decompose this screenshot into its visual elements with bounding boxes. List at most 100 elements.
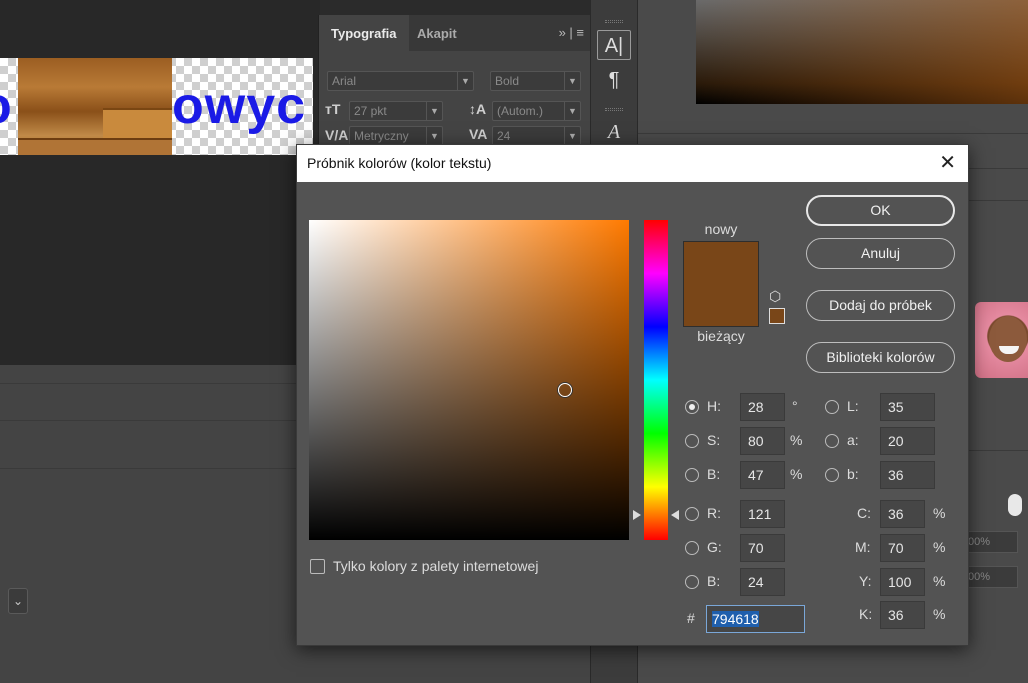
yellow-row: Y: 100 %	[857, 568, 957, 596]
cube-icon[interactable]: ⬡	[769, 288, 781, 305]
font-family-select[interactable]: Arial ▼	[327, 71, 474, 91]
panel-menu-icon[interactable]: » | ≡	[559, 25, 584, 40]
tracking-value: 24	[497, 129, 511, 143]
ok-button[interactable]: OK	[806, 195, 955, 226]
black-row: K: 36 %	[857, 601, 957, 629]
leading-select[interactable]: (Autom.) ▼	[492, 101, 581, 121]
leading-value: (Autom.)	[497, 104, 544, 118]
panel-tabs: Typografia Akapit » | ≡	[319, 15, 590, 51]
websafe-color-swatch[interactable]	[769, 308, 785, 324]
magenta-input[interactable]: 70	[880, 534, 925, 562]
font-style-select[interactable]: Bold ▼	[490, 71, 581, 91]
lab-l-radio[interactable]	[825, 400, 839, 414]
blue-input[interactable]: 24	[740, 568, 785, 596]
green-input[interactable]: 70	[740, 534, 785, 562]
percent-unit: %	[933, 606, 946, 622]
blue-row: B: 24	[685, 568, 805, 596]
hue-radio[interactable]	[685, 400, 699, 414]
lab-a-label: a:	[847, 432, 859, 448]
gradient-preview	[696, 0, 1028, 104]
chevron-down-icon: ▼	[426, 102, 442, 120]
chevron-down-icon: ▼	[564, 72, 580, 90]
percent-field[interactable]: 00%	[963, 566, 1018, 588]
cyan-input[interactable]: 36	[880, 500, 925, 528]
font-size-select[interactable]: 27 pkt ▼	[349, 101, 443, 121]
color-libraries-button[interactable]: Biblioteki kolorów	[806, 342, 955, 373]
percent-field[interactable]: 00%	[963, 531, 1018, 553]
green-label: G:	[707, 539, 722, 555]
lab-a-radio[interactable]	[825, 434, 839, 448]
avatar-face	[989, 316, 1027, 362]
hue-input[interactable]: 28	[740, 393, 785, 421]
brightness-label: B:	[707, 466, 721, 482]
hue-slider[interactable]	[644, 220, 668, 540]
character-panel-icon[interactable]: A|	[597, 30, 631, 60]
kerning-value: Metryczny	[354, 129, 409, 143]
color-comparison-swatch	[683, 241, 759, 327]
color-marker[interactable]	[558, 382, 572, 397]
red-radio[interactable]	[685, 507, 699, 521]
new-color-label: nowy	[704, 221, 738, 237]
tab-typography[interactable]: Typografia	[319, 15, 409, 51]
canvas-text-fragment: owyc	[172, 77, 307, 135]
lab-b-input[interactable]: 36	[880, 461, 935, 489]
panel-grip[interactable]	[605, 20, 623, 23]
tab-paragraph[interactable]: Akapit	[405, 15, 469, 51]
yellow-input[interactable]: 100	[880, 568, 925, 596]
color-picker-dialog: Próbnik kolorów (kolor tekstu) ✕ nowy bi…	[296, 144, 969, 646]
add-to-swatches-button[interactable]: Dodaj do próbek	[806, 290, 955, 321]
hex-label: #	[687, 610, 695, 626]
saturation-label: S:	[707, 432, 721, 448]
magenta-label: M:	[855, 539, 871, 555]
typography-panel: Typografia Akapit » | ≡ Arial ▼ Bold ▼ т…	[318, 15, 590, 155]
document-canvas-area	[0, 0, 320, 365]
magenta-row: M: 70 %	[855, 534, 957, 562]
tracking-select[interactable]: 24 ▼	[492, 126, 581, 146]
brightness-row: B: 47 %	[685, 461, 805, 489]
black-input[interactable]: 36	[880, 601, 925, 629]
web-colors-checkbox[interactable]	[310, 559, 325, 574]
kerning-icon: V/A	[325, 127, 349, 143]
brightness-input[interactable]: 47	[740, 461, 785, 489]
red-input[interactable]: 121	[740, 500, 785, 528]
lab-a-input[interactable]: 20	[880, 427, 935, 455]
wood-plank	[18, 138, 172, 155]
cyan-row: C: 36 %	[857, 500, 957, 528]
canvas-text-fragment-left: o	[0, 76, 12, 136]
current-color-swatch[interactable]	[684, 284, 758, 326]
font-style-value: Bold	[495, 74, 520, 88]
hue-slider-arrow-right[interactable]	[671, 510, 679, 521]
cancel-button[interactable]: Anuluj	[806, 238, 955, 269]
panel-grip[interactable]	[605, 108, 623, 111]
lab-b-radio[interactable]	[825, 468, 839, 482]
chevron-down-icon: ▼	[564, 127, 580, 145]
close-icon[interactable]: ✕	[939, 145, 956, 182]
new-color-swatch	[684, 242, 758, 284]
kerning-select[interactable]: Metryczny ▼	[349, 126, 443, 146]
saturation-input[interactable]: 80	[740, 427, 785, 455]
hex-value: 794618	[712, 611, 759, 627]
cyan-label: C:	[857, 505, 871, 521]
current-color-label: bieżący	[697, 328, 745, 344]
chevron-down-icon: ▼	[457, 72, 473, 90]
saturation-row: S: 80 %	[685, 427, 805, 455]
glyphs-icon[interactable]: A	[597, 117, 631, 147]
chevron-down-icon[interactable]: ⌄	[8, 588, 28, 614]
saturation-brightness-field[interactable]	[309, 220, 629, 540]
brightness-radio[interactable]	[685, 468, 699, 482]
saturation-radio[interactable]	[685, 434, 699, 448]
green-row: G: 70	[685, 534, 805, 562]
lab-l-input[interactable]: 35	[880, 393, 935, 421]
slider-handle[interactable]	[1008, 494, 1022, 516]
hex-input[interactable]: 794618	[706, 605, 805, 633]
paragraph-icon[interactable]: ¶	[597, 65, 631, 95]
blue-label: B:	[707, 573, 721, 589]
web-colors-label[interactable]: Tylko kolory z palety internetowej	[333, 558, 538, 574]
dialog-title: Próbnik kolorów (kolor tekstu)	[307, 155, 492, 171]
percent-unit: %	[790, 432, 803, 448]
lab-l-row: L: 35	[825, 393, 945, 421]
blue-radio[interactable]	[685, 575, 699, 589]
avatar	[975, 302, 1028, 378]
hue-slider-arrow-left[interactable]	[633, 510, 641, 521]
green-radio[interactable]	[685, 541, 699, 555]
